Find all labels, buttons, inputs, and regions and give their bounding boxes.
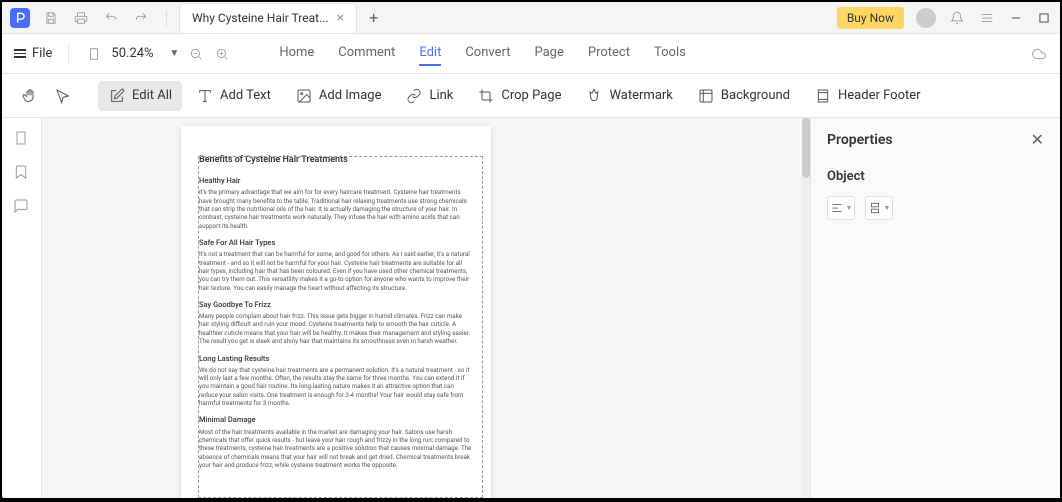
sidebar xyxy=(2,118,42,498)
print-icon[interactable] xyxy=(72,9,90,27)
tab-title: Why Cysteine Hair Treat... xyxy=(192,11,329,25)
zoom-in-icon[interactable] xyxy=(213,45,231,63)
file-menu[interactable]: File xyxy=(14,46,52,61)
close-properties-icon[interactable]: ✕ xyxy=(1031,130,1044,149)
link-button[interactable]: Link xyxy=(395,81,463,111)
comment-icon[interactable] xyxy=(13,198,31,216)
tab-edit[interactable]: Edit xyxy=(419,41,441,66)
header-footer-button[interactable]: Header Footer xyxy=(804,81,931,111)
select-tool[interactable] xyxy=(48,81,78,111)
minimize-icon[interactable] xyxy=(1008,10,1024,26)
zoom-value[interactable]: 50.24% xyxy=(111,46,161,61)
tab-page[interactable]: Page xyxy=(534,41,563,66)
tab-tools[interactable]: Tools xyxy=(654,41,686,66)
document-tab[interactable]: Why Cysteine Hair Treat... × xyxy=(179,3,357,33)
crop-page-button[interactable]: Crop Page xyxy=(467,81,571,111)
cloud-sync-icon[interactable] xyxy=(1030,45,1048,63)
file-label: File xyxy=(32,46,52,61)
redo-icon[interactable] xyxy=(132,9,150,27)
add-image-button[interactable]: Add Image xyxy=(285,81,392,111)
zoom-out-icon[interactable] xyxy=(187,45,205,63)
zoom-dropdown-icon[interactable]: ▼ xyxy=(169,48,179,59)
add-text-button[interactable]: Add Text xyxy=(186,81,281,111)
tab-convert[interactable]: Convert xyxy=(465,41,510,66)
app-logo[interactable] xyxy=(10,8,30,28)
scrollbar[interactable] xyxy=(802,118,810,498)
align-button[interactable]: ▼ xyxy=(827,196,855,220)
selection-outline xyxy=(198,156,483,498)
background-button[interactable]: Background xyxy=(687,81,800,111)
buy-now-button[interactable]: Buy Now xyxy=(837,7,904,29)
menu-icon[interactable] xyxy=(978,9,996,27)
tab-protect[interactable]: Protect xyxy=(588,41,630,66)
document-canvas[interactable]: Benefits of Cysteine Hair Treatments Hea… xyxy=(42,118,810,498)
save-icon[interactable] xyxy=(42,9,60,27)
bookmark-icon[interactable] xyxy=(13,164,31,182)
properties-panel: Properties ✕ Object ▼ ▼ xyxy=(810,118,1060,498)
menubar: File 50.24% ▼ Home Comment Edit Convert Page… xyxy=(2,34,1060,74)
close-tab-icon[interactable]: × xyxy=(337,10,344,26)
hand-tool[interactable] xyxy=(14,81,44,111)
hamburger-icon xyxy=(14,49,26,58)
properties-subtitle: Object xyxy=(827,169,1044,184)
tab-home[interactable]: Home xyxy=(279,41,314,66)
distribute-button[interactable]: ▼ xyxy=(865,196,893,220)
edit-toolbar: Edit All Add Text Add Image Link Crop Pa… xyxy=(2,74,1060,118)
edit-all-button[interactable]: Edit All xyxy=(98,81,182,111)
page-view-icon[interactable] xyxy=(85,45,103,63)
tab-comment[interactable]: Comment xyxy=(338,41,395,66)
pdf-page[interactable]: Benefits of Cysteine Hair Treatments Hea… xyxy=(181,126,491,498)
thumbnails-icon[interactable] xyxy=(13,130,31,148)
add-tab-icon[interactable]: + xyxy=(369,8,378,27)
titlebar: Why Cysteine Hair Treat... × + Buy Now xyxy=(2,2,1060,34)
profile-avatar[interactable] xyxy=(916,8,936,28)
undo-icon[interactable] xyxy=(102,9,120,27)
properties-title: Properties xyxy=(827,132,893,148)
maximize-icon[interactable] xyxy=(1036,10,1052,26)
watermark-button[interactable]: Watermark xyxy=(575,81,682,111)
bell-icon[interactable] xyxy=(948,9,966,27)
scrollbar-thumb[interactable] xyxy=(802,118,810,178)
